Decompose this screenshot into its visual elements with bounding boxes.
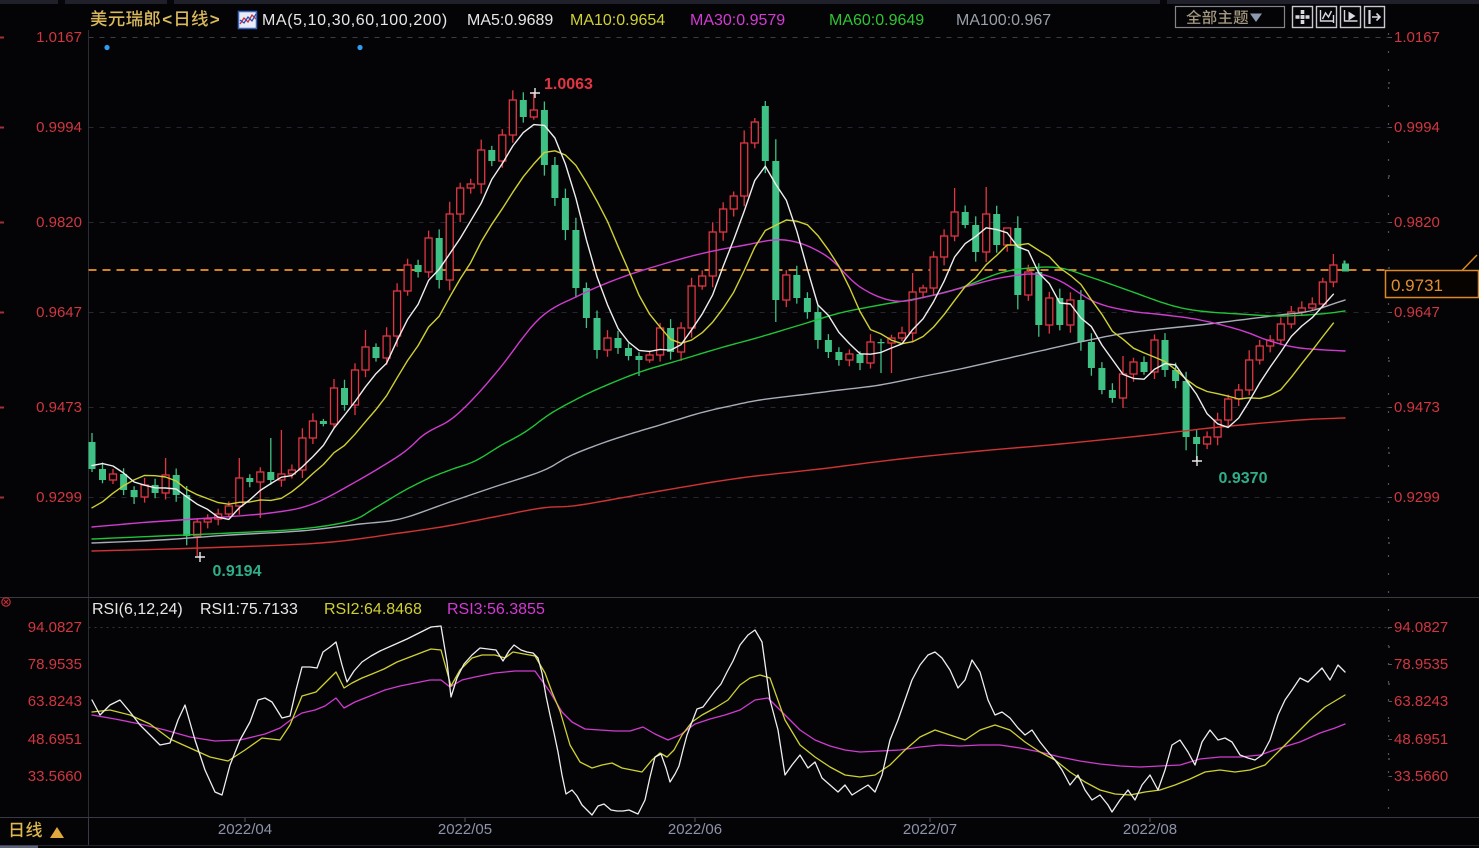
svg-text:RSI2:64.8468: RSI2:64.8468 — [324, 601, 422, 618]
svg-text:0.9194: 0.9194 — [213, 563, 262, 580]
svg-text:RSI1:75.7133: RSI1:75.7133 — [200, 601, 298, 618]
svg-text:0.9370: 0.9370 — [1219, 470, 1268, 487]
svg-text:48.6951: 48.6951 — [1394, 731, 1448, 748]
svg-text:2022/05: 2022/05 — [438, 821, 492, 838]
svg-text:1.0063: 1.0063 — [544, 76, 593, 93]
svg-text:RSI(6,12,24): RSI(6,12,24) — [92, 601, 183, 618]
svg-text:63.8243: 63.8243 — [1394, 693, 1448, 710]
svg-text:MA(5,10,30,60,100,200): MA(5,10,30,60,100,200) — [262, 12, 448, 29]
svg-text:2022/07: 2022/07 — [903, 821, 957, 838]
svg-text:0.9731: 0.9731 — [1391, 276, 1443, 295]
svg-text:>: > — [210, 10, 220, 29]
svg-text:<: < — [162, 10, 172, 29]
svg-text:1.0167: 1.0167 — [36, 29, 82, 46]
svg-text:2022/08: 2022/08 — [1123, 821, 1177, 838]
svg-text:MA10:0.9654: MA10:0.9654 — [570, 12, 665, 29]
svg-text:33.5660: 33.5660 — [1394, 768, 1448, 785]
svg-text:0.9299: 0.9299 — [36, 489, 82, 506]
svg-text:78.9535: 78.9535 — [1394, 656, 1448, 673]
svg-text:MA30:0.9579: MA30:0.9579 — [690, 12, 785, 29]
svg-text:0.9647: 0.9647 — [1394, 304, 1440, 321]
svg-text:0.9820: 0.9820 — [1394, 214, 1440, 231]
svg-text:MA5:0.9689: MA5:0.9689 — [467, 12, 553, 29]
svg-text:MA60:0.9649: MA60:0.9649 — [829, 12, 924, 29]
svg-text:0.9473: 0.9473 — [36, 399, 82, 416]
svg-text:2022/04: 2022/04 — [218, 821, 272, 838]
svg-text:94.0827: 94.0827 — [28, 619, 82, 636]
svg-text:63.8243: 63.8243 — [28, 693, 82, 710]
svg-text:MA100:0.967: MA100:0.967 — [956, 12, 1051, 29]
svg-text:1.0167: 1.0167 — [1394, 29, 1440, 46]
svg-text:2022/06: 2022/06 — [668, 821, 722, 838]
svg-text:0.9994: 0.9994 — [1394, 119, 1440, 136]
svg-text:33.5660: 33.5660 — [28, 768, 82, 785]
svg-text:78.9535: 78.9535 — [28, 656, 82, 673]
svg-text:94.0827: 94.0827 — [1394, 619, 1448, 636]
svg-text:0.9994: 0.9994 — [36, 119, 82, 136]
svg-text:48.6951: 48.6951 — [28, 731, 82, 748]
svg-text:0.9820: 0.9820 — [36, 214, 82, 231]
svg-text:0.9647: 0.9647 — [36, 304, 82, 321]
svg-text:RSI3:56.3855: RSI3:56.3855 — [447, 601, 545, 618]
svg-text:0.9299: 0.9299 — [1394, 489, 1440, 506]
svg-text:0.9473: 0.9473 — [1394, 399, 1440, 416]
